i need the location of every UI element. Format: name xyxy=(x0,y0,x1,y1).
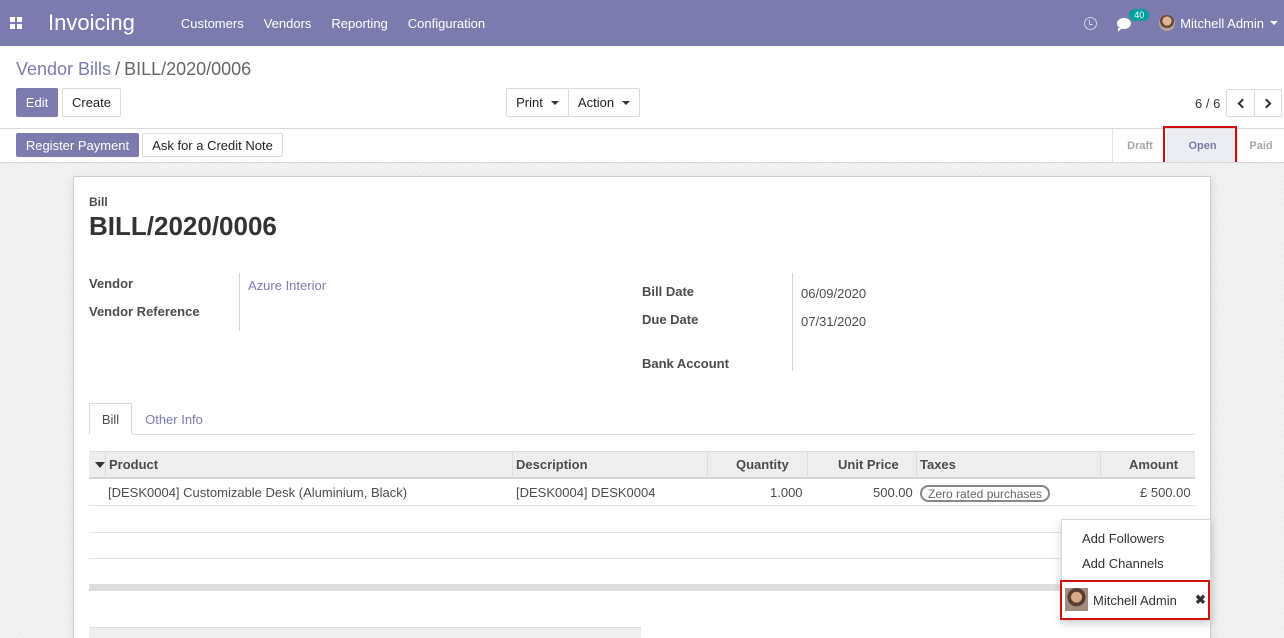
user-avatar xyxy=(1159,15,1176,31)
action-button[interactable]: Action xyxy=(568,88,640,117)
column-separator xyxy=(512,452,513,478)
caret-down-icon xyxy=(622,100,631,105)
activity-clock-icon[interactable] xyxy=(1084,16,1098,30)
table-footer-bar xyxy=(89,584,1195,591)
cell-description: [DESK0004] DESK0004 xyxy=(516,485,656,500)
tabs-divider xyxy=(89,434,1195,435)
cell-amount: £ 500.00 xyxy=(1140,485,1191,500)
field-separator xyxy=(792,273,793,371)
document-number: BILL/2020/0006 xyxy=(89,211,277,241)
highlight-open-stage xyxy=(1163,126,1237,167)
form-sheet xyxy=(73,176,1211,638)
breadcrumb-vendor-bills[interactable]: Vendor Bills xyxy=(16,59,111,79)
chat-count-badge: 40 xyxy=(1129,8,1150,21)
col-unit-price[interactable]: Unit Price xyxy=(838,452,899,478)
caret-down-icon xyxy=(550,100,559,105)
pager-previous-button[interactable] xyxy=(1226,89,1255,117)
field-separator xyxy=(239,273,240,331)
ask-credit-note-button[interactable]: Ask for a Credit Note xyxy=(142,133,283,157)
col-product[interactable]: Product xyxy=(109,452,158,478)
stage-draft[interactable]: Draft xyxy=(1112,129,1167,162)
table-row[interactable] xyxy=(89,533,1195,559)
column-separator xyxy=(1100,452,1101,478)
create-button[interactable]: Create xyxy=(62,88,121,117)
print-label: Print xyxy=(516,95,543,110)
add-followers-item[interactable]: Add Followers xyxy=(1082,531,1164,546)
vendor-reference-label: Vendor Reference xyxy=(89,304,200,319)
main-menu: Customers Vendors Reporting Configuratio… xyxy=(181,16,505,31)
tax-tag: Zero rated purchases xyxy=(920,485,1051,502)
apps-menu-icon[interactable] xyxy=(10,17,22,29)
bill-date-value: 06/09/2020 xyxy=(801,286,867,301)
column-separator xyxy=(707,452,708,478)
column-separator xyxy=(105,452,106,478)
print-button[interactable]: Print xyxy=(506,88,569,117)
add-channels-item[interactable]: Add Channels xyxy=(1082,556,1164,571)
due-date-label: Due Date xyxy=(642,312,699,327)
bill-date-label: Bill Date xyxy=(642,284,695,299)
action-label: Action xyxy=(577,95,615,110)
bank-account-label: Bank Account xyxy=(642,356,729,371)
tab-other-info[interactable]: Other Info xyxy=(136,403,212,435)
invoice-lines-header: Product Description Quantity Unit Price … xyxy=(89,451,1195,479)
menu-customers[interactable]: Customers xyxy=(181,16,244,31)
vendor-label: Vendor xyxy=(89,276,134,291)
chat-icon xyxy=(1117,17,1132,32)
pager-next-button[interactable] xyxy=(1254,89,1282,117)
user-name: Mitchell Admin xyxy=(1180,15,1264,31)
cell-unit-price: 500.00 xyxy=(873,485,913,500)
table-row[interactable]: [DESK0004] Customizable Desk (Aluminium,… xyxy=(89,480,1195,506)
breadcrumb-separator: / xyxy=(115,59,121,79)
tab-bill[interactable]: Bill xyxy=(89,403,132,435)
col-amount[interactable]: Amount xyxy=(1129,452,1178,478)
app-title: Invoicing xyxy=(48,10,135,35)
messaging-menu[interactable]: 40 xyxy=(1117,8,1150,32)
caret-down-icon xyxy=(1270,21,1278,25)
column-separator xyxy=(807,452,808,478)
highlight-follower-row xyxy=(1060,580,1210,620)
chevron-right-icon xyxy=(1261,98,1272,108)
chevron-left-icon xyxy=(1237,98,1247,108)
col-quantity[interactable]: Quantity xyxy=(736,452,789,478)
cell-product: [DESK0004] Customizable Desk (Aluminium,… xyxy=(108,485,408,500)
top-navbar: Invoicing Customers Vendors Reporting Co… xyxy=(0,0,1284,46)
divider xyxy=(0,128,1284,129)
col-taxes[interactable]: Taxes xyxy=(920,452,956,478)
edit-button[interactable]: Edit xyxy=(16,88,58,117)
systray: 40 Mitchell Admin xyxy=(1084,0,1284,46)
register-payment-button[interactable]: Register Payment xyxy=(16,133,139,157)
menu-reporting[interactable]: Reporting xyxy=(331,16,387,31)
document-type-label: Bill xyxy=(89,195,108,209)
menu-vendors[interactable]: Vendors xyxy=(264,16,312,31)
user-menu[interactable]: Mitchell Admin xyxy=(1159,15,1278,31)
due-date-value: 07/31/2020 xyxy=(801,314,867,329)
vendor-link[interactable]: Azure Interior xyxy=(248,278,326,293)
col-description[interactable]: Description xyxy=(516,452,588,478)
tax-lines-header xyxy=(89,627,641,638)
column-separator xyxy=(916,452,917,478)
sort-caret-icon[interactable] xyxy=(95,462,105,468)
cell-quantity: 1.000 xyxy=(770,485,803,500)
menu-configuration[interactable]: Configuration xyxy=(408,16,485,31)
pager-value[interactable]: 6 / 6 xyxy=(1195,96,1220,111)
breadcrumb: Vendor Bills / BILL/2020/0006 xyxy=(16,59,251,80)
table-row[interactable] xyxy=(89,507,1195,533)
stage-paid[interactable]: Paid xyxy=(1237,129,1284,162)
breadcrumb-current: BILL/2020/0006 xyxy=(124,59,252,79)
